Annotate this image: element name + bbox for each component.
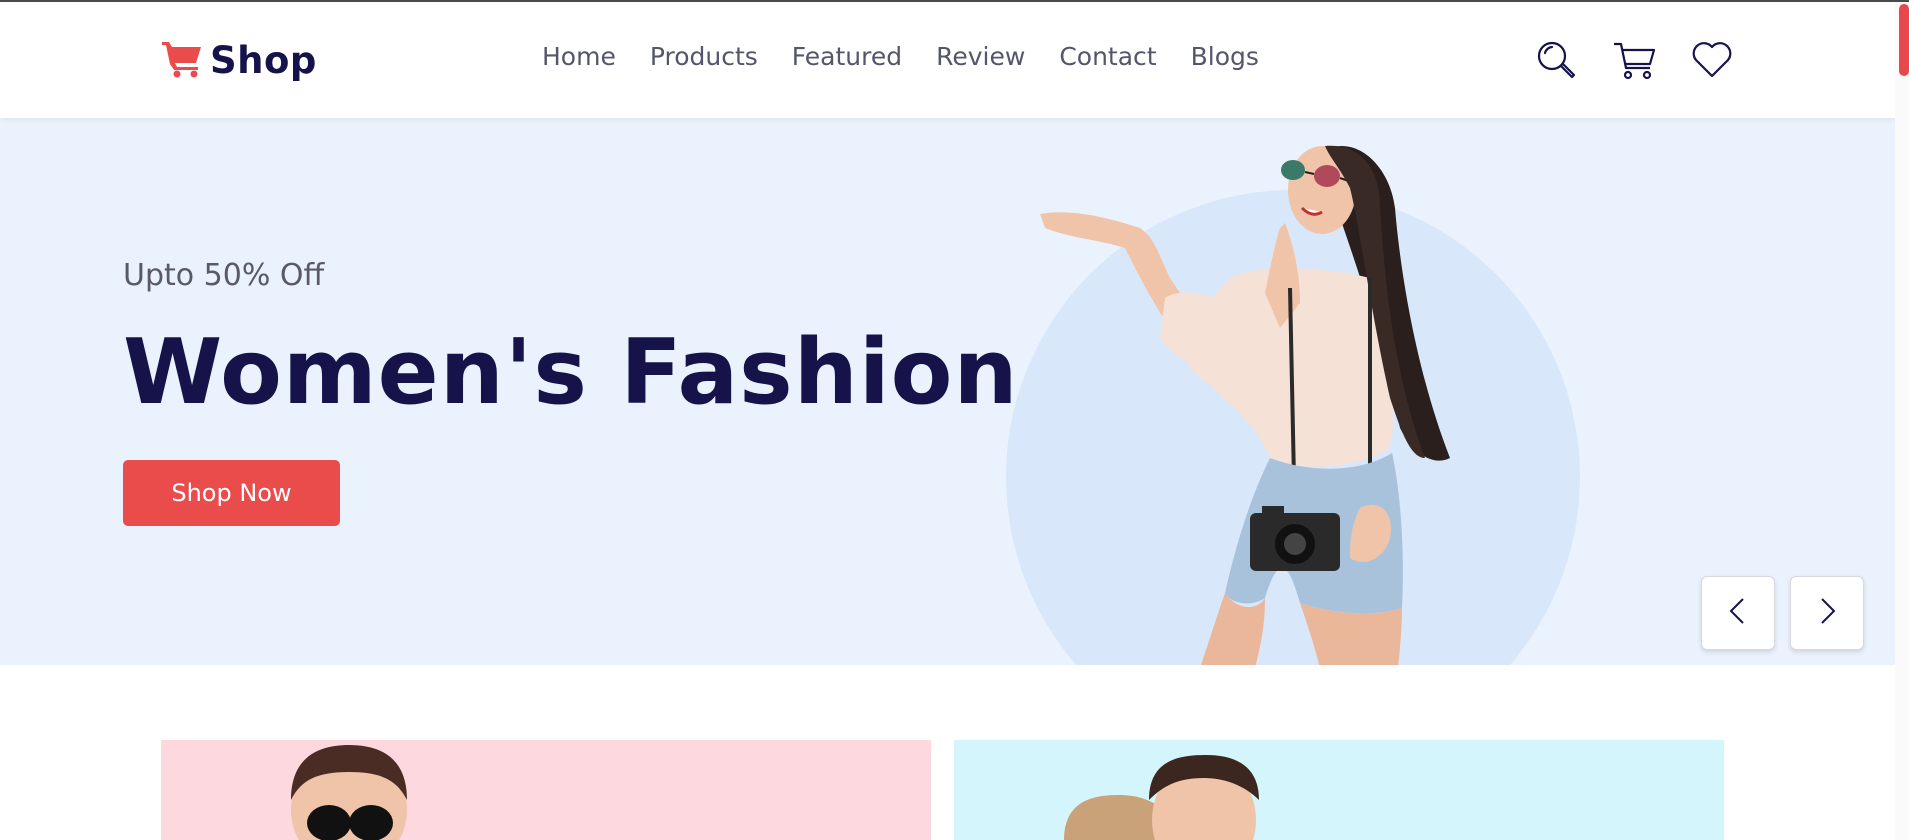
nav-blogs[interactable]: Blogs: [1191, 42, 1259, 71]
slider-next-button[interactable]: [1790, 576, 1864, 650]
shop-now-button[interactable]: Shop Now: [123, 460, 340, 526]
brand-name: Shop: [210, 38, 317, 82]
shopping-cart-icon: [160, 38, 204, 82]
nav-products[interactable]: Products: [650, 42, 758, 71]
promo-banner-right[interactable]: [954, 740, 1724, 840]
banner-right-models-image: [1064, 755, 1259, 840]
hero-slider: Upto 50% Off Women's Fashion Shop Now: [0, 118, 1895, 665]
search-icon[interactable]: [1534, 38, 1578, 82]
site-header: Shop Home Products Featured Review Conta…: [0, 2, 1895, 118]
nav-featured[interactable]: Featured: [792, 42, 902, 71]
nav-contact[interactable]: Contact: [1059, 42, 1156, 71]
nav-review[interactable]: Review: [936, 42, 1025, 71]
header-actions: [1534, 38, 1734, 82]
slider-prev-button[interactable]: [1701, 576, 1775, 650]
hero-title: Women's Fashion: [123, 320, 1019, 425]
banner-left-model-image: [291, 745, 407, 840]
page-scrollbar[interactable]: [1895, 2, 1909, 840]
main-nav: Home Products Featured Review Contact Bl…: [542, 42, 1293, 71]
cart-icon[interactable]: [1612, 38, 1656, 82]
hero-model-image: [1040, 145, 1450, 665]
hero-subtitle: Upto 50% Off: [123, 258, 325, 293]
scrollbar-thumb[interactable]: [1899, 4, 1909, 76]
nav-home[interactable]: Home: [542, 42, 616, 71]
heart-icon[interactable]: [1690, 38, 1734, 82]
promo-banner-left[interactable]: [161, 740, 931, 840]
chevron-left-icon: [1723, 596, 1753, 630]
brand-logo[interactable]: Shop: [160, 38, 317, 82]
chevron-right-icon: [1812, 596, 1842, 630]
